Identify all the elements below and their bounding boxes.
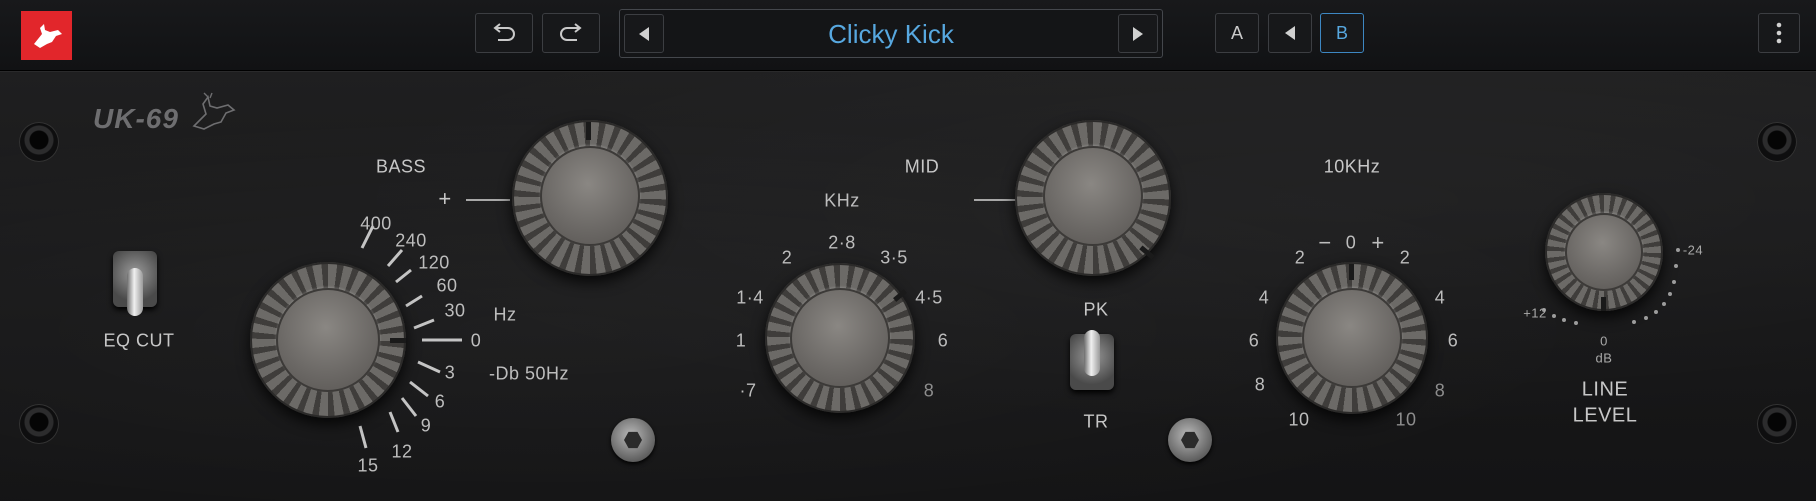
mid-freq-2: 2 [781,247,793,268]
redo-icon [560,23,582,41]
bass-cut-9: 9 [420,415,432,436]
panel-screw [1757,122,1797,162]
mid-freq-1: 1 [735,330,747,351]
bass-cut-12: 12 [391,441,413,462]
bass-cut-3: 3 [444,362,456,383]
mid-freq-4-5: 4·5 [915,287,943,308]
hex-bolt [1168,418,1212,462]
bass-boost-plus: + [438,186,452,211]
triangle-left-icon [1285,26,1295,40]
preset-browser: Clicky Kick [619,9,1163,58]
treble-left-8: 8 [1254,374,1266,395]
antelope-logo-icon [192,92,236,130]
bass-boost-knob[interactable] [512,120,668,276]
bass-hz-label: Hz [493,304,517,325]
line-level-label-line1: LINE [1581,378,1629,401]
mid-khz-label: KHz [824,190,860,211]
mid-pk-tr-toggle-lever[interactable] [1084,330,1100,376]
treble-title: 10KHz [1323,156,1381,177]
line-level-max: -24 [1682,242,1704,258]
treble-right-6: 6 [1447,330,1459,351]
bass-title: BASS [375,156,427,177]
treble-left-4: 4 [1258,287,1270,308]
panel-screw [1757,404,1797,444]
treble-right-8: 8 [1434,380,1446,401]
panel-screw [19,404,59,444]
mid-freq-6: 6 [937,330,949,351]
mid-freq-2-8: 2·8 [828,232,856,253]
ab-b-button[interactable]: B [1320,13,1364,53]
treble-knob[interactable] [1276,262,1428,414]
undo-icon [493,23,515,41]
ab-b-label: B [1335,22,1348,43]
mid-freq-8: 8 [923,380,935,401]
line-level-label-line2: LEVEL [1572,404,1638,427]
treble-minus: − [1318,230,1332,255]
mid-boost-marker [974,199,1018,201]
undo-button[interactable] [475,13,533,53]
mid-pk-label: PK [1083,299,1109,320]
toolbar: Clicky Kick A B [0,0,1816,71]
treble-right-10: 10 [1395,409,1417,430]
mid-freq-1-4: 1·4 [736,287,764,308]
treble-right-2: 2 [1399,247,1411,268]
brand-label: UK-69 [93,103,179,134]
treble-zero: 0 [1345,232,1357,253]
bass-freq-30: 30 [444,300,466,321]
ab-copy-button[interactable] [1268,13,1312,53]
bass-freq-knob[interactable] [250,262,406,418]
treble-right-4: 4 [1434,287,1446,308]
bass-freq-0: 0 [470,330,482,351]
vertical-dots-icon [1776,22,1782,44]
treble-plus: + [1371,230,1385,255]
line-level-dots [1542,248,1680,325]
triangle-right-icon [1133,26,1143,41]
triangle-left-icon [639,26,649,41]
mid-freq-knob[interactable] [765,263,915,413]
ab-a-label: A [1230,22,1243,43]
bass-cut-15: 15 [357,455,379,476]
eq-cut-label: EQ CUT [103,330,175,351]
mid-tr-label: TR [1083,411,1109,432]
mid-freq-0-7: ·7 [739,380,757,401]
line-level-zero: 0 [1600,333,1608,349]
mid-title: MID [904,156,940,177]
bass-boost-marker [466,199,510,201]
treble-left-2: 2 [1294,247,1306,268]
ab-a-button[interactable]: A [1215,13,1259,53]
preset-name[interactable]: Clicky Kick [670,18,1112,50]
bass-cut-6: 6 [434,391,446,412]
mid-freq-3-5: 3·5 [880,247,908,268]
preset-next-button[interactable] [1118,14,1158,53]
bass-freq-60: 60 [436,275,458,296]
panel-screw [19,122,59,162]
antelope-logo-icon[interactable] [21,11,72,60]
eq-cut-toggle-lever[interactable] [127,268,143,316]
treble-left-10: 10 [1288,409,1310,430]
bass-freq-240: 240 [395,230,427,251]
menu-button[interactable] [1758,13,1800,53]
bass-db-label: -Db 50Hz [488,363,570,384]
line-level-min: +12 [1523,305,1547,321]
preset-prev-button[interactable] [624,14,664,53]
treble-left-6: 6 [1248,330,1260,351]
bass-freq-400: 400 [360,213,392,234]
bass-freq-120: 120 [418,252,450,273]
redo-button[interactable] [542,13,600,53]
line-level-unit: dB [1595,350,1613,366]
mid-boost-knob[interactable] [1015,120,1171,276]
hex-bolt [611,418,655,462]
